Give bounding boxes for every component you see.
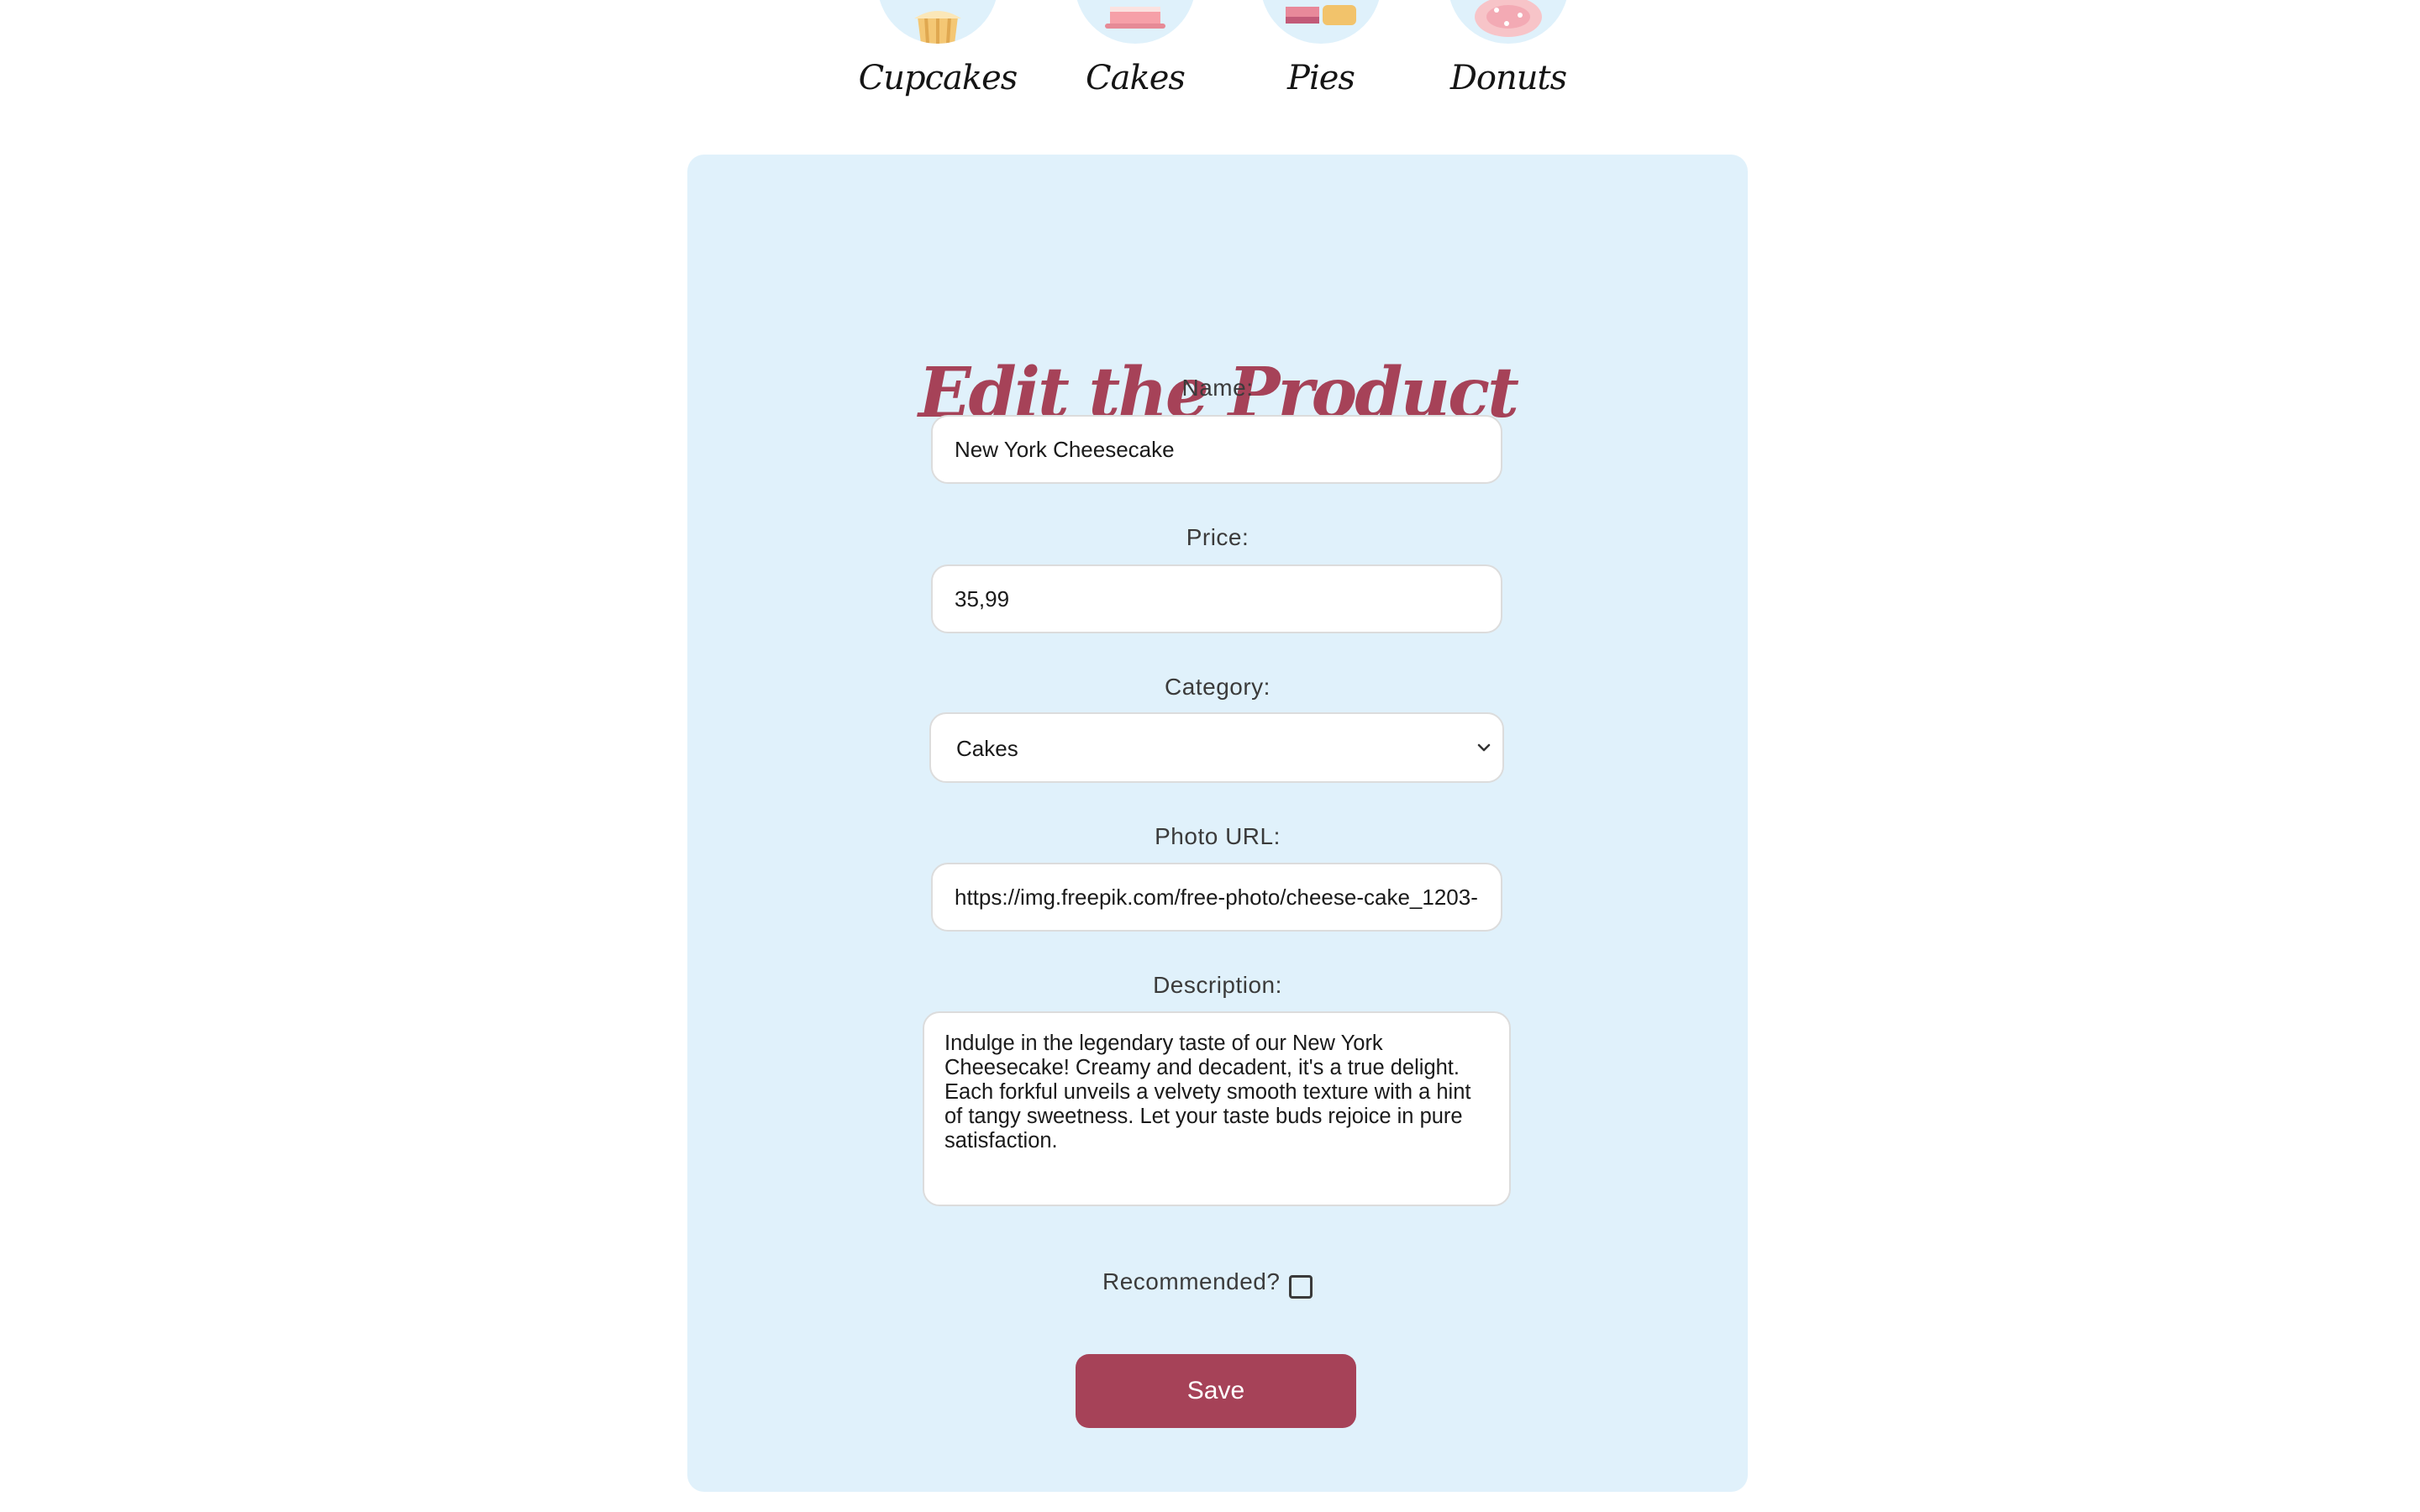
category-label: Cakes: [1086, 59, 1186, 97]
recommended-row: Recommended?: [687, 1263, 1748, 1304]
category-label: Cupcakes: [858, 59, 1018, 97]
description-label: Description:: [1153, 972, 1282, 998]
description-textarea[interactable]: Indulge in the legendary taste of our Ne…: [923, 1011, 1511, 1206]
price-input[interactable]: [931, 564, 1502, 633]
recommended-label: Recommended?: [1102, 1268, 1281, 1294]
cake-icon: [1075, 0, 1196, 44]
edit-product-card: Edit the Product Name: Price: Category: …: [687, 155, 1748, 1492]
category-donuts[interactable]: Donuts: [1424, 0, 1592, 118]
category-cupcakes[interactable]: Cupcakes: [854, 0, 1022, 118]
category-label: Category:: [1165, 674, 1270, 700]
category-pies[interactable]: Pies: [1237, 0, 1405, 118]
price-label: Price:: [1186, 524, 1249, 550]
donut-icon: [1448, 0, 1569, 44]
category-select[interactable]: Cakes: [929, 712, 1504, 783]
category-cakes[interactable]: Cakes: [1051, 0, 1219, 118]
photo-url-label: Photo URL:: [1155, 823, 1281, 849]
cupcake-icon: [877, 0, 998, 44]
save-button[interactable]: Save: [1076, 1354, 1356, 1428]
pie-icon: [1260, 0, 1381, 44]
category-select-value: Cakes: [956, 736, 1018, 761]
category-label: Donuts: [1449, 59, 1567, 97]
recommended-checkbox[interactable]: [1289, 1275, 1313, 1299]
chevron-down-icon: [1477, 743, 1491, 752]
category-label: Pies: [1287, 59, 1355, 97]
name-input[interactable]: [931, 415, 1502, 484]
photo-url-input[interactable]: [931, 863, 1502, 932]
category-nav: Cupcakes Cakes Pies Donuts: [0, 0, 2420, 151]
name-label: Name:: [1181, 375, 1254, 401]
